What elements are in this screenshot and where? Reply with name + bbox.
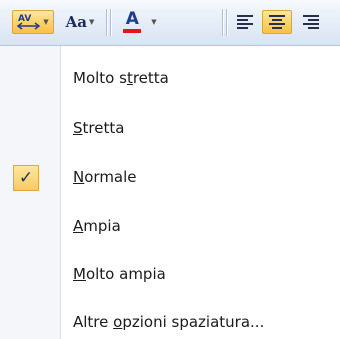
- change-case-icon: Aa: [65, 13, 87, 31]
- align-right-button[interactable]: [298, 10, 324, 34]
- menu-item-label: Normale: [73, 168, 137, 186]
- menu-item-label: Stretta: [73, 119, 125, 137]
- menu-item-label: Altre opzioni spaziatura...: [73, 313, 265, 331]
- align-center-button[interactable]: [262, 10, 292, 34]
- menu-item-molto-stretta[interactable]: Molto stretta: [0, 61, 340, 95]
- toolbar-separator: [222, 9, 223, 36]
- svg-text:AV: AV: [18, 14, 31, 24]
- font-color-letter: A: [125, 9, 139, 29]
- change-case-button[interactable]: Aa ▼: [60, 10, 100, 34]
- chevron-down-icon: ▼: [88, 17, 95, 26]
- toolbar-separator: [226, 9, 227, 36]
- character-spacing-button[interactable]: AV ▼: [12, 10, 54, 34]
- menu-item-ampia[interactable]: Ampia: [0, 209, 340, 243]
- align-center-icon: [269, 15, 285, 29]
- align-left-icon: [237, 15, 253, 29]
- menu-item-molto-ampia[interactable]: Molto ampia: [0, 257, 340, 291]
- chevron-down-icon: ▼: [151, 17, 157, 26]
- align-left-button[interactable]: [232, 10, 258, 34]
- toolbar-separator: [106, 9, 107, 36]
- menu-item-altre-opzioni-spaziatura[interactable]: Altre opzioni spaziatura...: [0, 305, 340, 339]
- menu-item-label: Ampia: [73, 217, 121, 235]
- menu-item-label: Molto ampia: [73, 265, 166, 283]
- menu-item-normale[interactable]: ✓ Normale: [0, 160, 340, 194]
- font-color-icon: A: [123, 9, 142, 33]
- font-color-swatch: [123, 29, 142, 33]
- ribbon-toolbar: AV ▼ Aa ▼ A ▼: [0, 0, 340, 46]
- menu-item-stretta[interactable]: Stretta: [0, 111, 340, 145]
- chevron-down-icon: ▼: [43, 17, 49, 26]
- character-spacing-icon: AV: [17, 14, 41, 30]
- toolbar-separator: [110, 9, 111, 36]
- character-spacing-menu: Molto stretta Stretta ✓ Normale Ampia Mo…: [0, 46, 340, 339]
- menu-item-label: Molto stretta: [73, 69, 169, 87]
- checkmark-icon: ✓: [13, 165, 39, 191]
- align-right-icon: [303, 15, 319, 29]
- font-color-button[interactable]: A ▼: [118, 10, 162, 34]
